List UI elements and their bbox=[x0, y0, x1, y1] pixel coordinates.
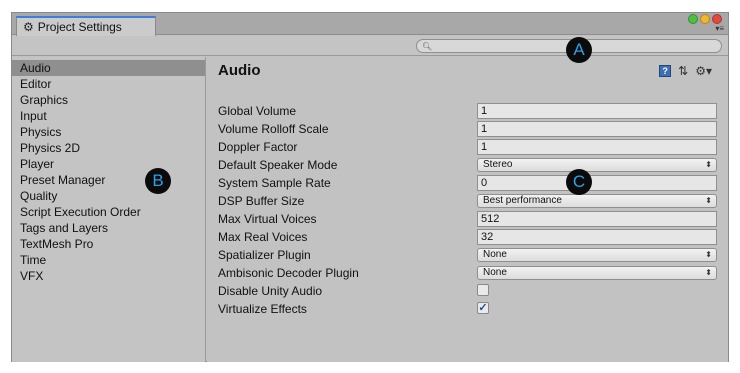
checkmark-icon: ✓ bbox=[478, 302, 488, 314]
setting-label: Virtualize Effects bbox=[218, 302, 307, 316]
sidebar-item-physics-2d[interactable]: Physics 2D bbox=[12, 140, 205, 156]
dsp-buffer-size-dropdown[interactable]: Best performance ⬍ bbox=[477, 194, 717, 208]
sidebar-item-vfx[interactable]: VFX bbox=[12, 268, 205, 284]
maximize-button[interactable] bbox=[688, 14, 698, 24]
doppler-factor-field[interactable]: 1 bbox=[477, 139, 717, 155]
setting-label: Default Speaker Mode bbox=[218, 158, 338, 172]
sidebar-item-time[interactable]: Time bbox=[12, 252, 205, 268]
close-button[interactable] bbox=[712, 14, 722, 24]
setting-label: Ambisonic Decoder Plugin bbox=[218, 266, 359, 280]
setting-row-ambisonic-decoder-plugin: Ambisonic Decoder Plugin None ⬍ bbox=[218, 264, 718, 282]
setting-label: Volume Rolloff Scale bbox=[218, 122, 329, 136]
dropdown-value: None bbox=[483, 267, 507, 278]
dropdown-arrows-icon: ⬍ bbox=[705, 160, 712, 169]
setting-row-max-real-voices: Max Real Voices 32 bbox=[218, 228, 718, 246]
dropdown-value: Stereo bbox=[483, 159, 513, 170]
page-title: Audio bbox=[218, 62, 261, 79]
sidebar-item-tags-and-layers[interactable]: Tags and Layers bbox=[12, 220, 205, 236]
volume-rolloff-scale-field[interactable]: 1 bbox=[477, 121, 717, 137]
disable-unity-audio-checkbox[interactable] bbox=[477, 284, 489, 296]
global-volume-field[interactable]: 1 bbox=[477, 103, 717, 119]
minimize-button[interactable] bbox=[700, 14, 710, 24]
setting-row-default-speaker-mode: Default Speaker Mode Stereo ⬍ bbox=[218, 156, 718, 174]
gear-menu-icon[interactable]: ⚙▾ bbox=[695, 65, 712, 77]
window-titlebar: ⚙ Project Settings ▾≡ bbox=[12, 13, 728, 36]
window-menu-icon[interactable]: ▾≡ bbox=[715, 25, 724, 33]
dropdown-value: Best performance bbox=[483, 195, 562, 206]
sidebar-item-graphics[interactable]: Graphics bbox=[12, 92, 205, 108]
setting-label: Max Real Voices bbox=[218, 230, 308, 244]
sidebar-item-editor[interactable]: Editor bbox=[12, 76, 205, 92]
max-virtual-voices-field[interactable]: 512 bbox=[477, 211, 717, 227]
setting-row-virtualize-effects: Virtualize Effects ✓ bbox=[218, 300, 718, 318]
max-real-voices-field[interactable]: 32 bbox=[477, 229, 717, 245]
setting-row-max-virtual-voices: Max Virtual Voices 512 bbox=[218, 210, 718, 228]
dropdown-arrows-icon: ⬍ bbox=[705, 196, 712, 205]
system-sample-rate-field[interactable]: 0 bbox=[477, 175, 717, 191]
default-speaker-mode-dropdown[interactable]: Stereo ⬍ bbox=[477, 158, 717, 172]
setting-label: Max Virtual Voices bbox=[218, 212, 317, 226]
setting-row-system-sample-rate: System Sample Rate 0 bbox=[218, 174, 718, 192]
search-icon: 🔍︎ bbox=[422, 41, 433, 51]
window-controls bbox=[688, 14, 722, 24]
setting-row-volume-rolloff-scale: Volume Rolloff Scale 1 bbox=[218, 120, 718, 138]
setting-label: DSP Buffer Size bbox=[218, 194, 305, 208]
sidebar-item-input[interactable]: Input bbox=[12, 108, 205, 124]
search-bar: 🔍︎ bbox=[12, 36, 728, 56]
setting-label: Global Volume bbox=[218, 104, 297, 118]
setting-row-dsp-buffer-size: DSP Buffer Size Best performance ⬍ bbox=[218, 192, 718, 210]
setting-row-global-volume: Global Volume 1 bbox=[218, 102, 718, 120]
setting-label: Disable Unity Audio bbox=[218, 284, 323, 298]
settings-panel: Audio ? ⇅ ⚙▾ Global Volume 1 Volume Rollof… bbox=[207, 57, 728, 362]
sidebar-item-player[interactable]: Player bbox=[12, 156, 205, 172]
dropdown-arrows-icon: ⬍ bbox=[705, 268, 712, 277]
dropdown-arrows-icon: ⬍ bbox=[705, 250, 712, 259]
tab-title: Project Settings bbox=[37, 20, 122, 34]
setting-label: Spatializer Plugin bbox=[218, 248, 311, 262]
setting-label: System Sample Rate bbox=[218, 176, 331, 190]
spatializer-plugin-dropdown[interactable]: None ⬍ bbox=[477, 248, 717, 262]
callout-b: B bbox=[145, 168, 171, 194]
panel-header-icons: ? ⇅ ⚙▾ bbox=[659, 65, 712, 77]
settings-sidebar: Audio Editor Graphics Input Physics Physics 2… bbox=[12, 57, 206, 362]
settings-gear-icon: ⚙ bbox=[23, 20, 34, 34]
project-settings-window: ⚙ Project Settings ▾≡ 🔍︎ Audio Editor Grap… bbox=[11, 12, 729, 362]
help-icon[interactable]: ? bbox=[659, 65, 672, 77]
sidebar-item-textmesh-pro[interactable]: TextMesh Pro bbox=[12, 236, 205, 252]
sidebar-item-audio[interactable]: Audio bbox=[12, 60, 205, 76]
callout-c: C bbox=[566, 169, 592, 195]
sidebar-item-physics[interactable]: Physics bbox=[12, 124, 205, 140]
tab-project-settings[interactable]: ⚙ Project Settings bbox=[16, 16, 156, 36]
setting-row-disable-unity-audio: Disable Unity Audio bbox=[218, 282, 718, 300]
sidebar-item-script-execution-order[interactable]: Script Execution Order bbox=[12, 204, 205, 220]
setting-row-spatializer-plugin: Spatializer Plugin None ⬍ bbox=[218, 246, 718, 264]
dropdown-value: None bbox=[483, 249, 507, 260]
callout-a: A bbox=[566, 37, 592, 63]
setting-label: Doppler Factor bbox=[218, 140, 298, 154]
sidebar-item-quality[interactable]: Quality bbox=[12, 188, 205, 204]
preset-icon[interactable]: ⇅ bbox=[678, 65, 688, 77]
sidebar-item-preset-manager[interactable]: Preset Manager bbox=[12, 172, 205, 188]
setting-row-doppler-factor: Doppler Factor 1 bbox=[218, 138, 718, 156]
ambisonic-decoder-plugin-dropdown[interactable]: None ⬍ bbox=[477, 266, 717, 280]
virtualize-effects-checkbox[interactable]: ✓ bbox=[477, 302, 489, 314]
